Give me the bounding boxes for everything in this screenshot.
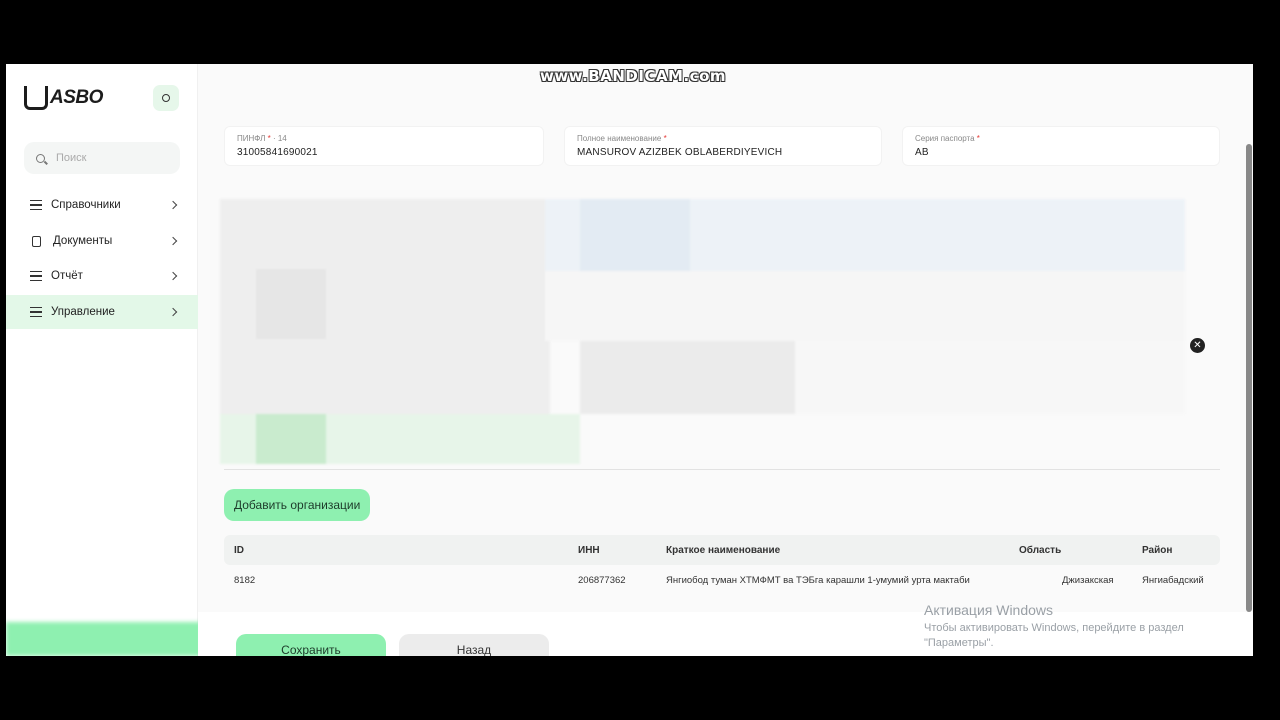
redacted-form-area [220, 199, 1188, 464]
full-name-value: MANSUROV AZIZBEK OBLABERDIYEVICH [577, 147, 783, 158]
vertical-scrollbar[interactable] [1246, 144, 1252, 612]
sidebar-item-label: Документы [53, 235, 113, 247]
activation-text: Чтобы активировать Windows, перейдите в … [924, 622, 1184, 649]
column-header-district[interactable]: Район [1142, 545, 1172, 556]
divider [224, 469, 1220, 470]
required-mark: * [976, 134, 980, 143]
full-name-field[interactable]: Полное наименование * MANSUROV AZIZBEK O… [564, 126, 882, 166]
pinfl-field[interactable]: ПИНФЛ * · 14 31005841690021 [224, 126, 544, 166]
passport-series-field[interactable]: Серия паспорта * AB [902, 126, 1220, 166]
sidebar-item-label: Отчёт [51, 270, 83, 282]
chevron-right-icon [168, 200, 178, 210]
sidebar-item-label: Справочники [51, 199, 121, 211]
pinfl-value: 31005841690021 [237, 147, 318, 158]
sidebar: ASBO Поиск Справочники Документы Отчёт У… [6, 64, 202, 656]
cell-district: Янгиабадский [1142, 575, 1204, 586]
table-header: ID ИНН Краткое наименование Область Райо… [224, 535, 1220, 565]
list-icon [30, 307, 42, 317]
user-icon [162, 94, 170, 102]
windows-activation-notice: Активация Windows Чтобы активировать Win… [924, 602, 1224, 651]
logo: ASBO [24, 86, 103, 110]
bandicam-watermark: www.BANDICAM.com [540, 67, 727, 85]
chevron-right-icon [168, 236, 178, 246]
list-icon [30, 271, 42, 281]
column-header-id[interactable]: ID [234, 545, 244, 556]
sidebar-item-upravlenie[interactable]: Управление [6, 295, 198, 329]
passport-series-value: AB [915, 147, 929, 158]
full-name-label: Полное наименование * [577, 134, 869, 143]
column-header-short-name[interactable]: Краткое наименование [666, 545, 780, 556]
back-button[interactable]: Назад [399, 634, 549, 656]
sidebar-item-label: Управление [51, 306, 115, 318]
column-header-inn[interactable]: ИНН [578, 545, 600, 556]
sidebar-item-otchet[interactable]: Отчёт [6, 259, 198, 293]
required-mark: * [663, 134, 667, 143]
search-input[interactable]: Поиск [24, 142, 180, 174]
pinfl-hint: · 14 [272, 134, 287, 143]
save-button[interactable]: Сохранить [236, 634, 386, 656]
sidebar-item-dokumenty[interactable]: Документы [6, 224, 198, 258]
cell-region: Джизакская [1062, 575, 1114, 586]
search-placeholder: Поиск [56, 152, 87, 164]
search-icon [36, 153, 45, 163]
main-content: ПИНФЛ * · 14 31005841690021 Полное наиме… [198, 64, 1253, 656]
cell-short-name: Янгиобод туман ХТМФМТ ва ТЭБга карашли 1… [666, 575, 970, 586]
column-header-region[interactable]: Область [1019, 545, 1061, 556]
pinfl-label: ПИНФЛ * · 14 [237, 134, 531, 143]
sidebar-item-spravochniki[interactable]: Справочники [6, 188, 198, 222]
user-profile-button[interactable] [153, 85, 179, 111]
sidebar-footer-blurred [6, 622, 202, 656]
activation-title: Активация Windows [924, 602, 1054, 618]
chevron-right-icon [168, 271, 178, 281]
logo-mark-icon [24, 86, 48, 110]
cell-id: 8182 [234, 575, 256, 586]
full-name-label-text: Полное наименование [577, 134, 662, 143]
list-icon [30, 200, 42, 210]
logo-text: ASBO [50, 87, 103, 108]
add-organization-button[interactable]: Добавить организации [224, 489, 371, 521]
app-window: ASBO Поиск Справочники Документы Отчёт У… [6, 64, 1253, 656]
pinfl-label-text: ПИНФЛ [237, 134, 266, 143]
close-icon[interactable]: ✕ [1190, 338, 1205, 353]
passport-series-label: Серия паспорта * [915, 134, 1207, 143]
passport-series-label-text: Серия паспорта [915, 134, 975, 143]
required-mark: * [267, 134, 271, 143]
chevron-right-icon [168, 307, 178, 317]
cell-inn: 206877362 [578, 575, 626, 586]
document-icon [32, 235, 41, 247]
table-row[interactable]: 8182 206877362 Янгиобод туман ХТМФМТ ва … [224, 565, 1220, 595]
